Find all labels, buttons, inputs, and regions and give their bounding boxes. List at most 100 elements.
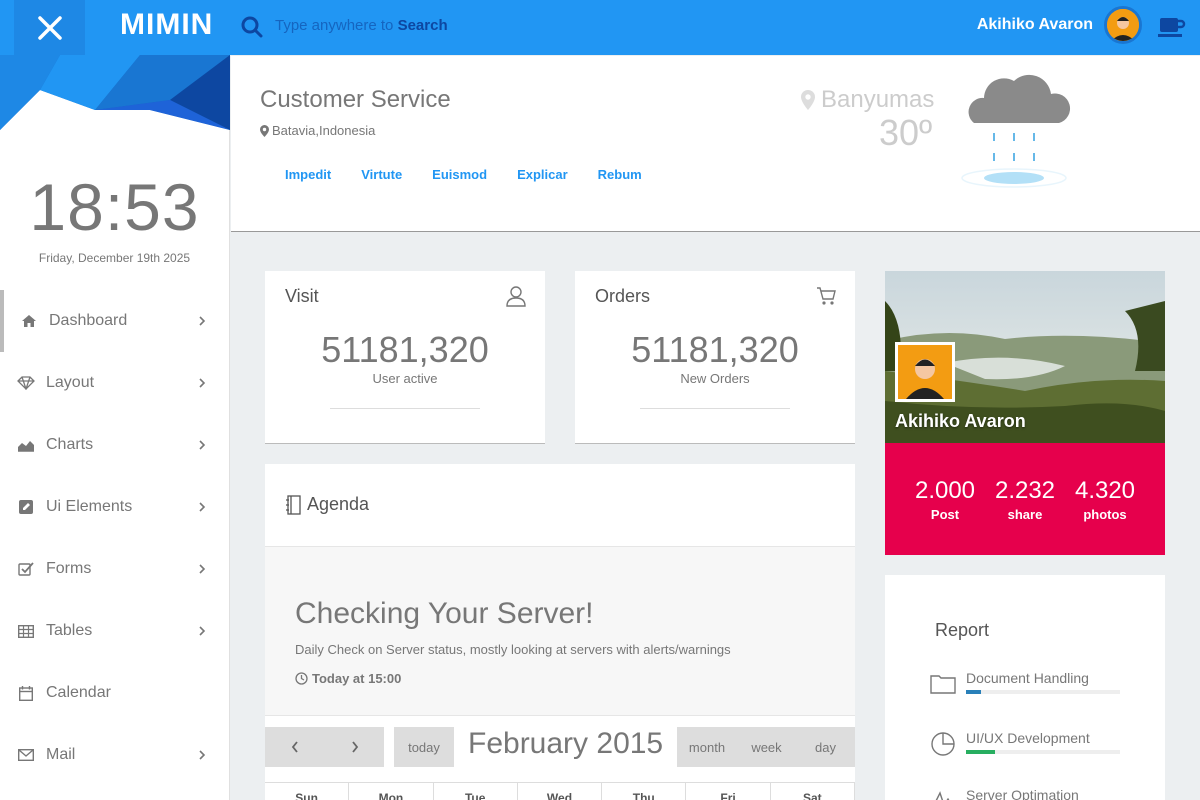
- calendar-prev-button[interactable]: [265, 727, 325, 767]
- map-marker-icon: [260, 124, 269, 137]
- tab-euismod[interactable]: Euismod: [432, 167, 487, 182]
- weekday-label: Wed: [518, 783, 603, 800]
- search-icon: [241, 16, 263, 38]
- agenda-event-title: Checking Your Server!: [295, 597, 594, 630]
- page-location: Batavia,Indonesia: [260, 123, 375, 138]
- profile-stat-share: 2.232 share: [995, 443, 1055, 555]
- visit-card-value: 51181,320: [321, 329, 489, 370]
- user-name[interactable]: Akihiko Avaron: [977, 16, 1093, 34]
- sidebar-item-charts[interactable]: Charts: [0, 414, 230, 476]
- progress-bar: [966, 750, 1120, 754]
- report-item[interactable]: Document Handling: [930, 670, 1130, 710]
- header-tabs: Impedit Virtute Euismod Explicar Rebum: [285, 167, 672, 182]
- sidebar-item-forms[interactable]: Forms: [0, 538, 230, 600]
- search-box[interactable]: [240, 13, 264, 41]
- calendar-today-button[interactable]: today: [394, 727, 454, 767]
- sidebar-item-ui-elements[interactable]: Ui Elements: [0, 476, 230, 538]
- close-icon: [37, 15, 62, 40]
- visit-card-title: Visit: [285, 286, 319, 306]
- agenda-title: Agenda: [307, 494, 370, 514]
- sidebar-item-layout[interactable]: Layout: [0, 352, 230, 414]
- coffee-button[interactable]: [1158, 14, 1186, 40]
- report-item[interactable]: Server Optimation: [930, 787, 1130, 800]
- profile-name: Akihiko Avaron: [895, 411, 1026, 431]
- mail-icon: [16, 745, 36, 765]
- report-item[interactable]: UI/UX Development: [930, 730, 1130, 770]
- pie-chart-icon: [931, 732, 955, 756]
- weather-city: Banyumas: [801, 86, 934, 114]
- weekday-label: Tue: [434, 783, 518, 800]
- sidebar-item-label: Layout: [46, 374, 95, 391]
- agenda-event-description: Daily Check on Server status, mostly loo…: [295, 642, 731, 657]
- sidebar-item-mail[interactable]: Mail: [0, 724, 230, 786]
- search-placeholder-bold: Search: [397, 17, 448, 34]
- calendar-week-button[interactable]: week: [737, 727, 796, 767]
- progress-fill: [966, 690, 982, 694]
- chevron-left-icon: [291, 741, 298, 753]
- sidebar-item-calendar[interactable]: Calendar: [0, 662, 230, 724]
- close-menu-button[interactable]: [14, 0, 85, 55]
- diamond-icon: [16, 373, 36, 393]
- profile-stat-value: 4.320: [1074, 477, 1136, 504]
- agenda-event-time: Today at 15:00: [295, 671, 401, 686]
- notebook-icon: [286, 494, 301, 515]
- sidebar-menu: Dashboard Layout Charts Ui Elements Form…: [0, 290, 230, 786]
- weather-temperature: 30º: [879, 112, 933, 153]
- agenda-card: Agenda Checking Your Server! Daily Check…: [265, 464, 855, 800]
- search-input[interactable]: Type anywhere to Search: [275, 17, 448, 34]
- profile-stat-photos: 4.320 photos: [1075, 443, 1135, 555]
- chevron-right-icon: [351, 741, 358, 753]
- cart-icon: [817, 287, 836, 305]
- report-card: Report Document Handling UI/UX Developme…: [885, 575, 1165, 800]
- sidebar-item-label: Charts: [46, 436, 94, 453]
- search-placeholder: Type anywhere to: [275, 17, 398, 34]
- sidebar-item-label: Mail: [46, 746, 76, 763]
- sidebar-banner: [0, 55, 230, 135]
- tab-rebum[interactable]: Rebum: [598, 167, 642, 182]
- agenda-header: Agenda: [285, 494, 369, 515]
- activity-icon: [935, 791, 950, 800]
- tab-virtute[interactable]: Virtute: [361, 167, 402, 182]
- report-item-label: UI/UX Development: [966, 730, 1090, 746]
- sidebar-clock: 18:53: [29, 170, 200, 244]
- rain-cloud-icon: [961, 74, 1071, 188]
- tab-explicar[interactable]: Explicar: [517, 167, 568, 182]
- report-title: Report: [935, 620, 990, 640]
- table-icon: [16, 621, 36, 641]
- profile-stat-label: Post: [930, 507, 960, 522]
- visit-card: Visit 51181,320 User active: [265, 271, 545, 444]
- weather-city-label: Banyumas: [821, 86, 935, 113]
- chevron-right-icon: [199, 564, 206, 574]
- calendar-icon: [16, 683, 36, 703]
- calendar-weekday-header: Sun Mon Tue Wed Thu Fri Sat: [265, 782, 855, 800]
- profile-avatar[interactable]: [895, 342, 955, 402]
- divider: [330, 408, 480, 409]
- orders-card-subtitle: New Orders: [680, 371, 750, 386]
- sidebar-item-label: Forms: [46, 560, 92, 577]
- calendar-month-button[interactable]: month: [677, 727, 737, 767]
- page-location-text: Batavia,Indonesia: [272, 123, 376, 138]
- page-header: Customer Service Batavia,Indonesia Imped…: [231, 56, 1200, 232]
- weekday-label: Sat: [771, 783, 855, 800]
- calendar-day-button[interactable]: day: [796, 727, 855, 767]
- sidebar-item-tables[interactable]: Tables: [0, 600, 230, 662]
- chevron-right-icon: [199, 440, 206, 450]
- sidebar-item-label: Calendar: [46, 684, 111, 701]
- agenda-event[interactable]: Checking Your Server! Daily Check on Ser…: [265, 546, 855, 716]
- divider: [640, 408, 790, 409]
- profile-stat-label: share: [1007, 507, 1043, 522]
- user-avatar[interactable]: [1104, 6, 1142, 44]
- brand-logo[interactable]: MIMIN: [120, 8, 213, 42]
- profile-stat-value: 2.000: [914, 477, 976, 504]
- calendar-title: February 2015: [468, 727, 664, 760]
- sidebar: 18:53 Friday, December 19th 2025 Dashboa…: [0, 55, 230, 800]
- sidebar-item-dashboard[interactable]: Dashboard: [0, 290, 230, 352]
- calendar-next-button[interactable]: [325, 727, 384, 767]
- progress-bar: [966, 690, 1120, 694]
- user-icon: [506, 286, 526, 307]
- tab-impedit[interactable]: Impedit: [285, 167, 331, 182]
- visit-card-subtitle: User active: [372, 371, 438, 386]
- orders-card-title: Orders: [595, 286, 651, 306]
- profile-stats: 2.000 Post 2.232 share 4.320 photos: [885, 443, 1165, 555]
- avatar-image: [1107, 9, 1139, 41]
